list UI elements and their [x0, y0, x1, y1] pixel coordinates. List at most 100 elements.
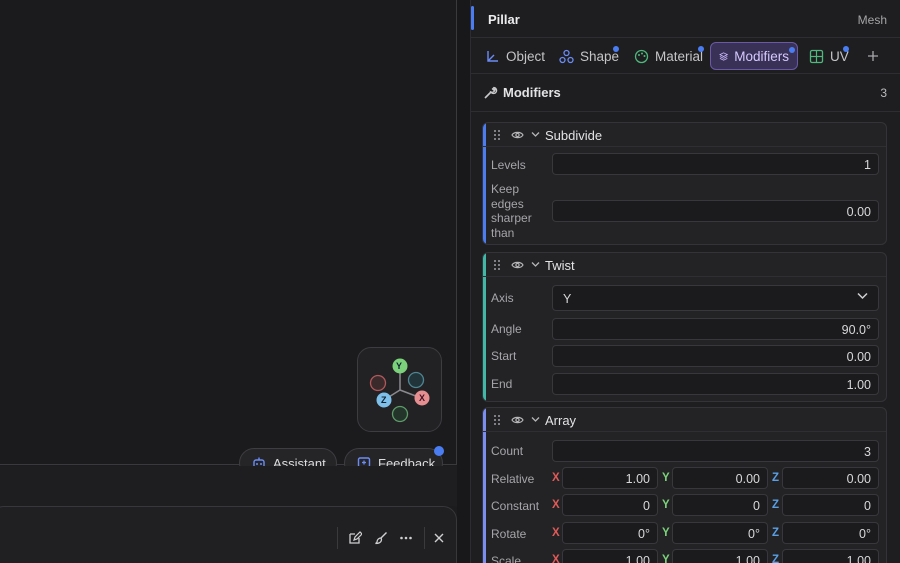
- axis-y-tag: Y: [662, 472, 670, 484]
- gizmo-x-label[interactable]: X: [419, 393, 425, 403]
- field-label: End: [491, 377, 513, 391]
- rotate-y-field[interactable]: 0°: [672, 522, 768, 544]
- relative-y-field[interactable]: 0.00: [672, 467, 768, 489]
- relative-z-field[interactable]: 0.00: [782, 467, 879, 489]
- chevron-down-icon[interactable]: [531, 261, 540, 268]
- inspector-tabs: Object Shape Material Modifiers UV: [471, 38, 900, 74]
- tab-modifiers[interactable]: Modifiers: [710, 42, 798, 70]
- modifier-card-twist: Twist Axis Y Angle 90.0° Start 0.00 End …: [482, 252, 887, 402]
- tab-object[interactable]: Object: [477, 42, 553, 70]
- field-label: Levels: [491, 158, 526, 172]
- object-type: Mesh: [857, 13, 887, 27]
- field-label: Scale: [491, 554, 522, 563]
- relative-x-field[interactable]: 1.00: [562, 467, 658, 489]
- count-field[interactable]: 3: [552, 440, 879, 462]
- modifiers-section-header: Modifiers 3: [471, 74, 900, 112]
- axis-select[interactable]: Y: [552, 285, 879, 311]
- chevron-down-icon: [857, 292, 868, 300]
- shapes-icon: [559, 49, 574, 63]
- tab-material-label: Material: [655, 48, 704, 64]
- gizmo-y-label[interactable]: Y: [396, 361, 402, 371]
- modifier-header[interactable]: Array: [483, 408, 886, 432]
- rotate-z-field[interactable]: 0°: [782, 522, 879, 544]
- modifier-card-subdivide: Subdivide Levels 1 Keep edges sharper th…: [482, 122, 887, 245]
- field-label: Start: [491, 349, 517, 363]
- tab-badge-dot: [789, 47, 795, 53]
- tab-modifiers-label: Modifiers: [734, 48, 789, 64]
- close-icon: [434, 533, 444, 543]
- edit-icon: [349, 531, 362, 544]
- axis-z-tag: Z: [772, 499, 780, 511]
- grid-icon: [809, 49, 824, 63]
- field-label: Angle: [491, 322, 522, 336]
- layers-icon: [719, 51, 729, 61]
- axis-z-tag: Z: [772, 527, 780, 539]
- scale-x-field[interactable]: 1.00: [562, 549, 658, 563]
- axis-x-tag: X: [552, 527, 560, 539]
- scale-y-field[interactable]: 1.00: [672, 549, 768, 563]
- tab-shape[interactable]: Shape: [551, 42, 627, 70]
- constant-z-field[interactable]: 0: [782, 494, 879, 516]
- axis-y-tag: Y: [662, 499, 670, 511]
- tab-material[interactable]: Material: [626, 42, 711, 70]
- tab-uv[interactable]: UV: [801, 42, 857, 70]
- field-label: Keep edges sharper than: [491, 182, 532, 240]
- axis-y-tag: Y: [662, 527, 670, 539]
- drag-handle-icon[interactable]: [493, 259, 501, 271]
- chevron-down-icon[interactable]: [531, 416, 540, 423]
- orientation-gizmo[interactable]: Y X Z: [357, 347, 442, 432]
- drag-handle-icon[interactable]: [493, 414, 501, 426]
- start-field[interactable]: 0.00: [552, 345, 879, 367]
- field-label: Rotate: [491, 527, 527, 541]
- wrench-icon: [484, 86, 498, 99]
- section-title: Modifiers: [503, 85, 561, 100]
- notification-dot: [434, 446, 444, 456]
- more-button[interactable]: [395, 527, 417, 549]
- axes-icon: [487, 50, 498, 62]
- panel-splitter[interactable]: [457, 0, 470, 563]
- axis-select-value: Y: [563, 292, 572, 306]
- axis-x-tag: X: [552, 472, 560, 484]
- tab-badge-dot: [843, 46, 849, 52]
- constant-x-field[interactable]: 0: [562, 494, 658, 516]
- rotate-x-field[interactable]: 0°: [562, 522, 658, 544]
- add-tab-button[interactable]: [859, 42, 887, 70]
- scale-z-field[interactable]: 1.00: [782, 549, 879, 563]
- field-label: Relative: [491, 472, 535, 486]
- chevron-down-icon[interactable]: [531, 131, 540, 138]
- modifier-card-array: Array Count 3 Relative X 1.00 Y 0.00 Z 0…: [482, 407, 887, 563]
- angle-field[interactable]: 90.0°: [552, 318, 879, 340]
- axis-x-tag: X: [552, 554, 560, 563]
- modifier-count: 3: [880, 86, 887, 100]
- object-name: Pillar: [488, 12, 520, 27]
- close-button[interactable]: [428, 527, 450, 549]
- eye-icon[interactable]: [511, 260, 524, 270]
- sharp-edges-field[interactable]: 0.00: [552, 200, 879, 222]
- field-label: Axis: [491, 291, 514, 305]
- end-field[interactable]: 1.00: [552, 373, 879, 395]
- levels-field[interactable]: 1: [552, 153, 879, 175]
- field-label: Constant: [491, 499, 540, 513]
- edit-button[interactable]: [344, 527, 366, 549]
- modifier-name: Array: [545, 413, 577, 428]
- drag-handle-icon[interactable]: [493, 129, 501, 141]
- 3d-viewport[interactable]: Y X Z: [0, 0, 457, 465]
- modifier-header[interactable]: Subdivide: [483, 123, 886, 147]
- timeline-strip: [0, 466, 457, 506]
- toolbar-divider: [424, 527, 425, 549]
- title-accent: [471, 6, 474, 30]
- inspector-title-row: Pillar Mesh: [471, 0, 900, 38]
- gizmo-z-label[interactable]: Z: [381, 395, 387, 405]
- field-label: Count: [491, 444, 524, 458]
- eye-icon[interactable]: [511, 415, 524, 425]
- constant-y-field[interactable]: 0: [672, 494, 768, 516]
- brush-button[interactable]: [370, 527, 392, 549]
- toolbar-divider: [337, 527, 338, 549]
- modifier-header[interactable]: Twist: [483, 253, 886, 277]
- axis-z-tag: Z: [772, 554, 780, 563]
- tab-badge-dot: [698, 46, 704, 52]
- eye-icon[interactable]: [511, 130, 524, 140]
- more-icon: [400, 536, 412, 540]
- modifier-name: Twist: [545, 258, 575, 273]
- brush-icon: [375, 532, 387, 545]
